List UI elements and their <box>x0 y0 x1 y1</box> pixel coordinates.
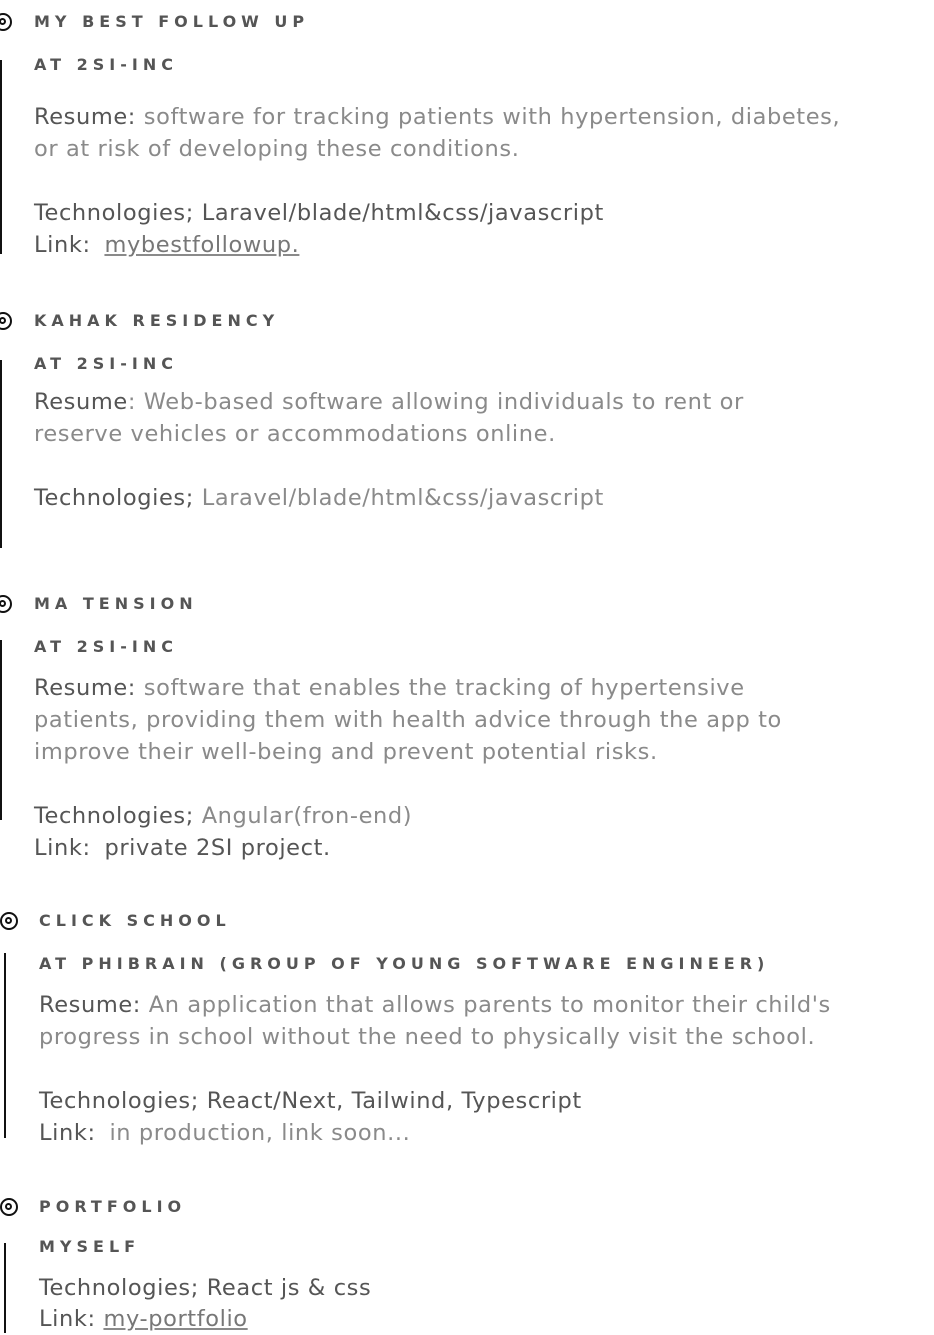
resume-line: or at risk of developing these condition… <box>34 136 520 162</box>
project-link[interactable]: mybestfollowup. <box>104 232 299 258</box>
technologies-line: Technologies; React/Next, Tailwind, Type… <box>39 1085 582 1117</box>
project-title: PORTFOLIO <box>39 1197 187 1216</box>
project-company: AT 2SI-INC <box>34 354 178 373</box>
resume-text: software for tracking patients with hype… <box>143 104 841 130</box>
technologies-value: Laravel/blade/html&css/javascript <box>201 200 604 226</box>
technologies-line: Technologies; Angular(fron-end) <box>34 800 412 832</box>
timeline-line <box>4 1243 6 1333</box>
technologies-line: Technologies; Laravel/blade/html&css/jav… <box>34 482 604 514</box>
technologies-label: Technologies; <box>39 1275 199 1301</box>
technologies-value: React/Next, Tailwind, Typescript <box>206 1088 582 1114</box>
resume-line: progress in school without the need to p… <box>39 1024 816 1050</box>
resume-line: Resume: Web-based software allowing indi… <box>34 386 744 418</box>
target-icon <box>0 1198 18 1216</box>
technologies-value: React js & css <box>206 1275 372 1301</box>
technologies-line: Technologies; React js & css <box>39 1272 371 1304</box>
project-company: AT 2SI-INC <box>34 55 178 74</box>
resume-label: Resume: <box>34 675 136 701</box>
resume-text: Web-based software allowing individuals … <box>143 389 744 415</box>
technologies-label: Technologies; <box>34 200 194 226</box>
project-title: MY BEST FOLLOW UP <box>34 12 310 31</box>
project-title: CLICK SCHOOL <box>39 911 231 930</box>
resume-line: improve their well-being and prevent pot… <box>34 739 658 765</box>
technologies-label: Technologies; <box>39 1088 199 1114</box>
link-label: Link: <box>34 232 91 258</box>
project-title: KAHAK RESIDENCY <box>34 311 280 330</box>
resume-label: Resume: <box>39 992 141 1018</box>
timeline-line <box>4 953 6 1138</box>
resume-line: Resume: An application that allows paren… <box>39 989 831 1021</box>
resume-label: Resume: <box>34 104 136 130</box>
resume-line: patients, providing them with health adv… <box>34 707 782 733</box>
technologies-label: Technologies; <box>34 485 194 511</box>
technologies-value: Angular(fron-end) <box>201 803 413 829</box>
project-link[interactable]: my-portfolio <box>103 1306 247 1332</box>
resume-text: software that enables the tracking of hy… <box>143 675 745 701</box>
technologies-line: Technologies; Laravel/blade/html&css/jav… <box>34 197 604 229</box>
project-company: AT PHIBRAIN (GROUP OF YOUNG SOFTWARE ENG… <box>39 954 770 973</box>
project-company: MYSELF <box>39 1237 141 1256</box>
link-line: Link: mybestfollowup. <box>34 229 299 261</box>
timeline-line <box>0 360 2 548</box>
project-link-text: private 2SI project. <box>104 835 331 861</box>
link-line: Link: private 2SI project. <box>34 832 331 864</box>
resume-text: An application that allows parents to mo… <box>148 992 831 1018</box>
link-label: Link: <box>34 835 91 861</box>
project-company: AT 2SI-INC <box>34 637 178 656</box>
target-icon <box>0 595 12 613</box>
project-title: MA TENSION <box>34 594 198 613</box>
resume-colon: : <box>127 389 136 415</box>
project-link-text: in production, link soon... <box>109 1120 411 1146</box>
link-label: Link: <box>39 1120 96 1146</box>
target-icon <box>0 13 12 31</box>
resume-line: reserve vehicles or accommodations onlin… <box>34 421 556 447</box>
resume-label: Resume <box>34 389 128 415</box>
resume-line: Resume: software that enables the tracki… <box>34 672 745 704</box>
target-icon <box>0 912 18 930</box>
timeline-line <box>0 640 2 820</box>
technologies-value: Laravel/blade/html&css/javascript <box>201 485 604 511</box>
technologies-label: Technologies; <box>34 803 194 829</box>
resume-line: Resume: software for tracking patients w… <box>34 101 840 133</box>
timeline-line <box>0 60 2 254</box>
target-icon <box>0 312 12 330</box>
link-line: Link: my-portfolio <box>39 1303 248 1335</box>
link-line: Link: in production, link soon... <box>39 1117 410 1149</box>
link-label: Link: <box>39 1306 96 1332</box>
